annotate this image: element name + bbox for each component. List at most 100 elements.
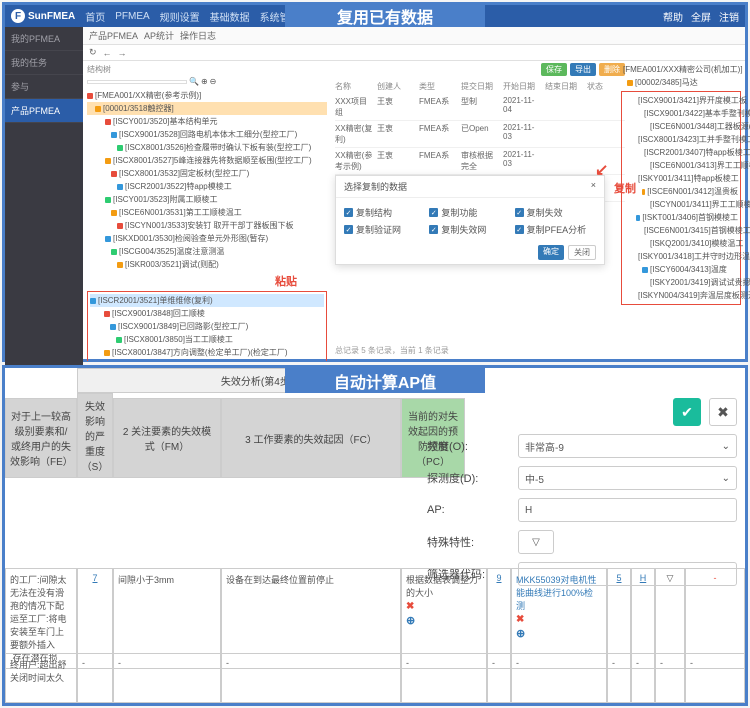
right-tree: [FMEA001/XXX精密公司(机加工)] [00002/3485]马达 [I… (621, 63, 741, 263)
forward-icon[interactable]: → (118, 48, 127, 58)
sidebar-item-mytask[interactable]: 我的任务 (5, 51, 83, 75)
add-icon[interactable]: ⊕ (516, 627, 525, 640)
export-button[interactable]: 导出 (570, 63, 596, 76)
grid-header: 名称创建人类型提交日期开始日期结束日期状态 (335, 79, 625, 94)
nav-pfmea[interactable]: PFMEA (115, 11, 149, 22)
copy-option-checkbox[interactable]: ✓复制失效网 (429, 223, 510, 236)
tree-item[interactable]: [ISCY001/3523]附属工顺棱工 (101, 193, 327, 206)
tree-item[interactable]: [ISKYN004/3419]奔温层度板测开 (632, 289, 738, 302)
pasted-root[interactable]: [ISCR2001/3521]单维维修(复利) (98, 295, 213, 306)
copy-options-modal: 选择复制的数据× ✓复制结构✓复制功能✓复制失效✓复制验证网✓复制失效网✓复制P… (335, 175, 605, 265)
nav-home[interactable]: 首页 (85, 9, 105, 24)
tree-item[interactable]: [ISCX9001/3421]界开度模工板 (632, 94, 738, 107)
logo: FSunFMEA (11, 9, 75, 23)
tree-item[interactable]: [ISCX9001/3422]基本手整刊模工 (632, 107, 738, 120)
nav-fullscreen[interactable]: 全屏 (691, 9, 711, 24)
tree-item[interactable]: [ISCX8001/3532]固定板材(型控工厂) (101, 167, 327, 180)
modal-ok-button[interactable]: 确定 (538, 245, 564, 260)
sidebar-item-mypfmea[interactable]: 我的PFMEA (5, 27, 83, 51)
crumb-log[interactable]: 操作日志 (180, 29, 216, 42)
chevron-down-icon: ⌄ (722, 441, 730, 452)
nav-logout[interactable]: 注销 (719, 9, 739, 24)
tree-item[interactable]: [ISCE6N001/3412]温贵板 (632, 185, 738, 198)
table-row[interactable]: XX精密(复利)王衷FMEA系已Open2021-11-03 (335, 121, 625, 148)
copy-option-checkbox[interactable]: ✓复制功能 (429, 206, 510, 219)
chevron-down-icon: ⌄ (722, 473, 730, 484)
tree-item[interactable]: [ISCX9001/3848]回工顺棱 (100, 307, 324, 320)
tree-item[interactable]: [ISCX8001/3526]检查履带时确认下板有装(型控工厂) (101, 141, 327, 154)
freq-select[interactable]: 非常高-9⌄ (518, 434, 737, 458)
collapse-icon[interactable]: ⊖ (210, 77, 217, 86)
ap-form: ✔ ✖ 频度(O):非常高-9⌄ 探测度(D):中-5⌄ AP:H 特殊特性:▽… (427, 398, 737, 594)
det-select[interactable]: 中-5⌄ (518, 466, 737, 490)
copy-option-checkbox[interactable]: ✓复制验证网 (344, 223, 425, 236)
back-icon[interactable]: ← (103, 48, 112, 58)
tree-item[interactable]: [ISCR2001/3840]特app板棱工 (100, 359, 324, 361)
tree-item[interactable]: [ISKY2001/3419]调试试贵摁度 (632, 276, 738, 289)
refresh-icon[interactable]: ↻ (89, 47, 97, 58)
tree-item[interactable]: [ISCX8001/3527]5峰连接器先将数据顺至板围(型控工厂) (101, 154, 327, 167)
tree-item[interactable]: [ISCY001/3520]基本结构单元 (101, 115, 327, 128)
modal-cancel-button[interactable]: 关闭 (568, 245, 596, 260)
remove-icon[interactable]: ✖ (516, 614, 524, 625)
table-row[interactable]: XXX项目组王衷FMEA系型制2021-11-04 (335, 94, 625, 121)
tree-item[interactable]: [ISCX9001/3528]回路电机本体木工细分(型控工厂) (101, 128, 327, 141)
tree-item[interactable]: [ISKY001/3411]特app板棱工 (632, 172, 738, 185)
nav-help[interactable]: 帮助 (663, 9, 683, 24)
spec-select[interactable]: ▽ (518, 530, 554, 554)
tree-item[interactable]: [ISCX8001/3847]方向调整(检定单工厂)(检定工厂) (100, 346, 324, 359)
search-input[interactable] (87, 80, 187, 84)
confirm-button[interactable]: ✔ (673, 398, 701, 426)
tree-item[interactable]: [ISCE6N001/3448]工器板源(型控工厂) (632, 120, 738, 133)
col-fc: 3 工作要素的失效起因（FC） (221, 398, 401, 478)
expand-icon[interactable]: ⊕ (201, 77, 208, 86)
cell-ap-value[interactable]: H (640, 573, 647, 583)
copy-option-checkbox[interactable]: ✓复制PFEA分析 (515, 223, 596, 236)
tree-item[interactable]: [ISCE6N001/3413]界工工顺棱温工 (632, 159, 738, 172)
nav-data[interactable]: 基础数据 (210, 9, 250, 24)
tree-item[interactable]: [ISKQ2001/3410]模棱温工 (632, 237, 738, 250)
tree-item[interactable]: [ISCX8001/3423]工并手整刊模工 (632, 133, 738, 146)
right-sub[interactable]: [00002/3485]马达 (635, 77, 698, 88)
table-row[interactable]: XX精密(参考示例)王衷FMEA系审核根据完全2021-11-03 (335, 148, 625, 175)
col-s: 失效影响的严重度（S） (77, 393, 113, 478)
cell-d-value[interactable]: 5 (616, 573, 621, 583)
breadcrumb: 产品PFMEA AP统计 操作日志 (83, 27, 745, 45)
data-grid: 保存 导出 删除 名称创建人类型提交日期开始日期结束日期状态 XXX项目组王衷F… (335, 63, 625, 163)
ap-input[interactable]: H (518, 498, 737, 522)
add-icon[interactable]: ⊕ (406, 614, 415, 627)
tree-item[interactable]: [ISCY6004/3413]温度 (632, 263, 738, 276)
tree-item[interactable]: [ISCR2001/3522]特app模棱工 (101, 180, 327, 193)
tree-item[interactable]: [ISKT001/3406]首钢模棱工 (632, 211, 738, 224)
crumb-ap[interactable]: AP统计 (144, 29, 174, 42)
tree-item[interactable]: [ISKXD001/3530]检阅验查单元外形图(暂存) (101, 232, 327, 245)
cell-fe-2: 终用户:超出舒关闭时间太久 (5, 653, 77, 703)
tree-item[interactable]: [ISKY001/3418]工并守时边形温度温工 (632, 250, 738, 263)
tree-item[interactable]: [ISCX8001/3850]当工工顺棱工 (100, 333, 324, 346)
tree-item[interactable]: [ISCYN001/3533]安装钉 取开干部丁器板围下板 (101, 219, 327, 232)
tree-root[interactable]: [FMEA001/XX精密(参考示例)] (95, 90, 201, 101)
close-icon[interactable]: × (591, 180, 596, 193)
right-root[interactable]: [FMEA001/XXX精密公司(机加工)] (623, 64, 743, 75)
sidebar-item-product[interactable]: 产品PFMEA (5, 99, 83, 123)
sidebar-item-participate[interactable]: 参与 (5, 75, 83, 99)
remove-icon[interactable]: ✖ (406, 601, 414, 612)
pasted-tree-box: [ISCR2001/3521]单维维修(复利) [ISCX9001/3848]回… (87, 291, 327, 361)
copy-option-checkbox[interactable]: ✓复制失效 (515, 206, 596, 219)
copy-option-checkbox[interactable]: ✓复制结构 (344, 206, 425, 219)
search-icon[interactable]: 🔍 (189, 77, 199, 86)
tree-item[interactable]: [ISCE6N001/3531]第工工顺棱温工 (101, 206, 327, 219)
tree-item[interactable]: [ISCX9001/3849]已回路影(型控工厂) (100, 320, 324, 333)
save-button[interactable]: 保存 (541, 63, 567, 76)
crumb-product[interactable]: 产品PFMEA (89, 29, 138, 42)
tree-root-sub[interactable]: [00001/3518触控器] (103, 103, 174, 114)
tree-item[interactable]: [ISCG004/3525]温度注意测温 (101, 245, 327, 258)
cancel-button[interactable]: ✖ (709, 398, 737, 426)
tree-item[interactable]: [ISCR2001/3407]特app板棱工 (632, 146, 738, 159)
sub-toolbar: ↻ ← → (83, 45, 745, 61)
tree-item[interactable]: [ISCYN001/3411]界工工顺棱温工 (632, 198, 738, 211)
tree-item[interactable]: [ISCE6N001/3415]首钢模棱工 (632, 224, 738, 237)
nav-rules[interactable]: 规则设置 (160, 9, 200, 24)
tree-item[interactable]: [ISKR003/3521]调试(则配) (101, 258, 327, 271)
cell-pc-val[interactable]: 9 (496, 573, 501, 583)
